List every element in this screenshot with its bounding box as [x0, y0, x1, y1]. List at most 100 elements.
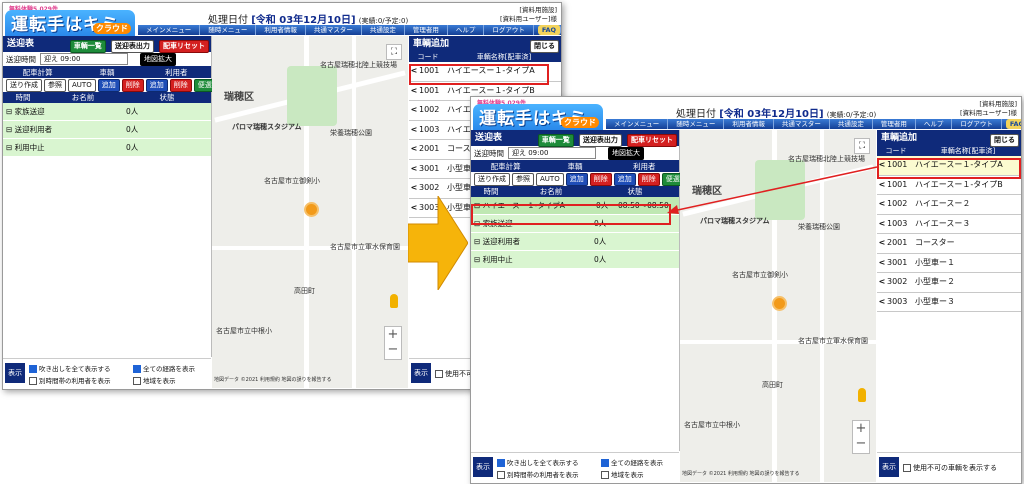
delete-vehicle-button[interactable]: 削除 — [589, 172, 612, 186]
fullscreen-button[interactable]: ⛶ — [854, 138, 870, 154]
move-arrow-icon — [667, 166, 878, 214]
add-vehicle-button[interactable]: 追加 — [97, 78, 120, 92]
other-time-checkbox[interactable]: 別時間帯の利用者を表示 — [497, 469, 579, 479]
map-view[interactable]: 瑞穂区 パロマ瑞穂スタジアム 名古屋瑞穂北陸上競技場 栄養瑞穂公園 名古屋市立御… — [212, 36, 408, 388]
balloon-checkbox[interactable]: 吹き出しを全て表示する — [497, 457, 579, 467]
add-user-button[interactable]: 追加 — [145, 78, 168, 92]
menu-help[interactable]: ヘルプ — [448, 25, 485, 35]
menu-logout[interactable]: ログアウト — [484, 25, 534, 35]
auto-button[interactable]: AUTO — [536, 172, 564, 186]
map-label: パロマ瑞穂スタジアム — [232, 123, 302, 131]
vehicle-row[interactable]: <3002 小型車ー２ — [877, 273, 1021, 293]
street-view-icon[interactable] — [858, 388, 866, 402]
close-button[interactable]: 閉じる — [530, 40, 559, 53]
group-row[interactable]: ⊟ 送迎利用者 0人 — [471, 233, 679, 251]
vehicle-row[interactable]: <1002ハイエースー２ — [877, 195, 1021, 215]
main-menu: メインメニュー 随時メニュー 利用者情報 共通マスター 共通設定 管理者用 ヘル… — [606, 119, 1021, 129]
vehicle-row[interactable]: <3001 小型車ー１ — [877, 254, 1021, 273]
reset-button[interactable]: 配車リセット — [627, 134, 677, 147]
map-expand-button[interactable]: 地図拡大 — [608, 146, 644, 160]
chevron-left-icon[interactable]: < — [409, 101, 419, 119]
menu-admin[interactable]: 管理者用 — [873, 119, 916, 129]
chevron-left-icon[interactable]: < — [877, 234, 887, 252]
chevron-left-icon[interactable]: < — [409, 121, 419, 139]
other-time-checkbox[interactable]: 別時間帯の利用者を表示 — [29, 375, 111, 385]
balloon-checkbox[interactable]: 吹き出しを全て表示する — [29, 363, 111, 373]
unusable-options: 表示 使用不可の車輌を表示する — [877, 452, 1021, 483]
menu-admin[interactable]: 管理者用 — [405, 25, 448, 35]
zoom-control[interactable]: + − — [384, 326, 402, 360]
menu-anytime[interactable]: 随時メニュー — [200, 25, 257, 35]
add-vehicle-button[interactable]: 追加 — [565, 172, 588, 186]
chevron-left-icon[interactable]: < — [877, 293, 887, 311]
chevron-left-icon[interactable]: < — [409, 140, 419, 158]
highlight-box-vehicle — [877, 158, 1021, 179]
delete-vehicle-button[interactable]: 削除 — [121, 78, 144, 92]
chevron-left-icon[interactable]: < — [409, 179, 419, 197]
highlight-box-assigned — [471, 204, 671, 225]
vehicle-row[interactable]: <3003 小型車ー３ — [877, 293, 1021, 312]
menu-help[interactable]: ヘルプ — [916, 119, 953, 129]
location-marker[interactable] — [304, 202, 319, 217]
chevron-left-icon[interactable]: < — [877, 273, 887, 291]
time-select[interactable]: 迎え 09:00 — [40, 53, 128, 65]
send-create-button[interactable]: 送り作成 — [474, 172, 510, 186]
time-row: 送迎時間 迎え 09:00 地図拡大 — [471, 146, 679, 160]
area-checkbox[interactable]: 地域を表示 — [133, 375, 176, 385]
time-select[interactable]: 迎え 09:00 — [508, 147, 596, 159]
fullscreen-button[interactable]: ⛶ — [386, 44, 402, 60]
unusable-checkbox[interactable]: 使用不可の車輌を表示する — [903, 463, 997, 473]
output-button[interactable]: 送迎表出力 — [110, 40, 154, 53]
app-header: 無料体験5,029件 運転手はキミだ!! クラウド 処理日付 [令和 03年12… — [3, 3, 561, 60]
menu-main[interactable]: メインメニュー — [606, 119, 669, 129]
vehicle-list-button[interactable]: 車輌一覧 — [69, 40, 106, 53]
output-button[interactable]: 送迎表出力 — [578, 134, 622, 147]
reference-button[interactable]: 参照 — [44, 78, 66, 92]
chevron-left-icon[interactable]: < — [409, 160, 419, 178]
zoom-control[interactable]: + − — [852, 420, 870, 454]
group-row[interactable]: ⊟ 家族送迎 0人 — [3, 103, 211, 121]
faq-button[interactable]: FAQ — [537, 25, 561, 35]
group-row[interactable]: ⊟ 利用中止 0人 — [471, 251, 679, 269]
menu-users[interactable]: 利用者情報 — [256, 25, 306, 35]
vehicle-row[interactable]: <2001 コースター — [877, 234, 1021, 254]
unusable-checkbox[interactable]: 使用不可 — [435, 369, 473, 379]
screenshot-after: 無料体験5,029件 運転手はキミだ!! クラウド 処理日付 [令和 03年12… — [470, 96, 1022, 484]
menu-anytime[interactable]: 随時メニュー — [668, 119, 725, 129]
group-row[interactable]: ⊟ 送迎利用者 0人 — [3, 121, 211, 139]
delete-user-button[interactable]: 削除 — [169, 78, 192, 92]
group-row[interactable]: ⊟ 利用中止 0人 — [3, 139, 211, 157]
map-label: 名古屋市立軍水保育園 — [330, 243, 400, 251]
chevron-left-icon[interactable]: < — [877, 215, 887, 233]
chevron-left-icon[interactable]: < — [877, 254, 887, 272]
process-date: 処理日付 [令和 03年12月10日] (実績:0/予定:0) — [676, 109, 877, 120]
menu-users[interactable]: 利用者情報 — [724, 119, 774, 129]
menu-settings[interactable]: 共通設定 — [830, 119, 873, 129]
close-button[interactable]: 閉じる — [990, 134, 1019, 147]
add-user-button[interactable]: 追加 — [613, 172, 636, 186]
reset-button[interactable]: 配車リセット — [159, 40, 209, 53]
routes-checkbox[interactable]: 全ての経路を表示 — [133, 363, 195, 373]
delete-user-button[interactable]: 削除 — [637, 172, 660, 186]
reference-button[interactable]: 参照 — [512, 172, 534, 186]
routes-checkbox[interactable]: 全ての経路を表示 — [601, 457, 663, 467]
highlight-box — [409, 64, 549, 85]
location-marker[interactable] — [772, 296, 787, 311]
area-checkbox[interactable]: 地域を表示 — [601, 469, 644, 479]
user-info: [資料用施設] [資料用ユーザー]様 — [960, 100, 1017, 117]
send-create-button[interactable]: 送り作成 — [6, 78, 42, 92]
vehicle-list-button[interactable]: 車輌一覧 — [537, 134, 574, 147]
app-logo: 無料体験5,029件 運転手はキミだ!! クラウド — [473, 98, 603, 154]
faq-button[interactable]: FAQ — [1005, 119, 1021, 129]
menu-settings[interactable]: 共通設定 — [362, 25, 405, 35]
menu-logout[interactable]: ログアウト — [952, 119, 1002, 129]
street-view-icon[interactable] — [390, 294, 398, 308]
map-expand-button[interactable]: 地図拡大 — [140, 52, 176, 66]
map-attribution: 地図データ ©2021 利用規約 地図の誤りを報告する — [214, 377, 332, 383]
menu-master[interactable]: 共通マスター — [306, 25, 362, 35]
vehicle-row[interactable]: <1003ハイエースー３ — [877, 215, 1021, 234]
menu-main[interactable]: メインメニュー — [138, 25, 201, 35]
schedule-panel: 送迎表 車輌一覧 送迎表出力 配車リセット 送迎時間 迎え 09:00 地図拡大… — [3, 36, 223, 357]
auto-button[interactable]: AUTO — [68, 78, 96, 92]
menu-master[interactable]: 共通マスター — [774, 119, 830, 129]
